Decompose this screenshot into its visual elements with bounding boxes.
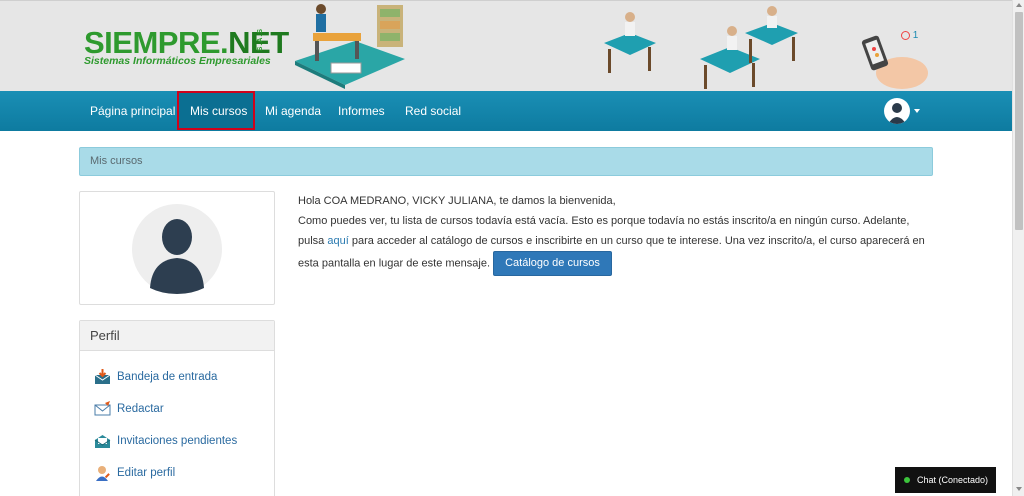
profile-avatar-icon[interactable] xyxy=(132,204,222,294)
brand-tagline: Sistemas Informáticos Empresariales xyxy=(84,55,271,67)
inbox-download-icon xyxy=(94,369,111,384)
catalog-button[interactable]: Catálogo de cursos xyxy=(493,251,612,276)
menu-invitations-label: Invitaciones pendientes xyxy=(117,435,238,447)
catalog-link[interactable]: aquí xyxy=(327,235,348,247)
user-edit-icon xyxy=(96,466,110,481)
banner-illustration-students xyxy=(604,6,798,89)
user-menu-caret-icon[interactable] xyxy=(914,109,920,113)
profile-card xyxy=(79,191,275,305)
banner-illustration-desk xyxy=(295,4,405,89)
user-notification-icon xyxy=(901,30,910,40)
vertical-scrollbar[interactable] xyxy=(1012,0,1024,496)
nav-item-social[interactable]: Red social xyxy=(405,91,461,131)
welcome-message: Hola COA MEDRANO, VICKY JULIANA, te damo… xyxy=(298,191,938,276)
chat-status-bar[interactable]: Chat (Conectado) xyxy=(895,467,996,493)
profile-panel-title: Perfil xyxy=(80,321,274,351)
menu-compose-label: Redactar xyxy=(117,403,164,415)
nav-item-my-courses[interactable]: Mis cursos xyxy=(190,91,247,131)
breadcrumb-current: Mis cursos xyxy=(90,155,143,167)
menu-inbox-label: Bandeja de entrada xyxy=(117,371,218,383)
welcome-body: Como puedes ver, tu lista de cursos toda… xyxy=(298,211,938,276)
chat-label: Chat (Conectado) xyxy=(917,475,989,485)
scroll-down-arrow-icon[interactable] xyxy=(1016,487,1022,491)
scroll-up-arrow-icon[interactable] xyxy=(1016,3,1022,7)
chat-online-indicator xyxy=(904,477,910,483)
nav-item-home[interactable]: Página principal xyxy=(90,91,175,131)
profile-panel: Perfil Bandeja de entrada Redactar Invit… xyxy=(79,320,275,496)
open-envelope-icon xyxy=(94,435,111,448)
notification-indicator[interactable]: 1 xyxy=(901,30,918,41)
notification-count: 1 xyxy=(912,30,919,41)
nav-item-reports[interactable]: Informes xyxy=(338,91,385,131)
scrollbar-thumb[interactable] xyxy=(1015,12,1023,230)
user-avatar-icon xyxy=(888,103,906,124)
breadcrumb: Mis cursos xyxy=(79,147,933,176)
banner-illustration-phone xyxy=(861,35,928,89)
welcome-greeting: Hola COA MEDRANO, VICKY JULIANA, te damo… xyxy=(298,195,616,207)
envelope-compose-icon xyxy=(94,401,111,416)
user-menu-avatar[interactable] xyxy=(884,98,910,124)
brand-suffix: S.A.S xyxy=(257,28,264,52)
nav-item-agenda[interactable]: Mi agenda xyxy=(265,91,321,131)
header-banner: SIEMPRE.NET S.A.S Sistemas Informáticos … xyxy=(0,0,1012,92)
menu-edit-profile-label: Editar perfil xyxy=(117,467,176,479)
page: SIEMPRE.NET S.A.S Sistemas Informáticos … xyxy=(0,0,1012,496)
